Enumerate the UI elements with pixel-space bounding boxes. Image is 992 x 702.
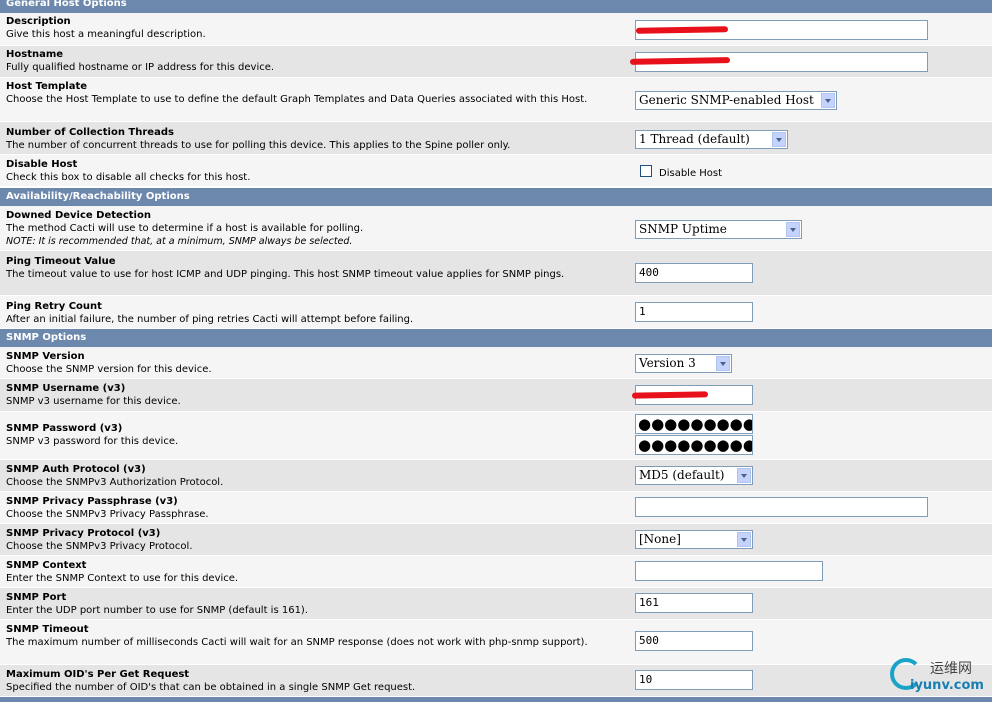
threads-select[interactable]: 1 Thread (default)	[635, 130, 788, 149]
snmp-auth-select[interactable]: MD5 (default)	[635, 466, 753, 485]
field-desc: The number of concurrent threads to use …	[6, 140, 511, 151]
field-title: SNMP Timeout	[6, 624, 89, 635]
snmp-password-input[interactable]: ●●●●●●●●●●	[635, 414, 753, 434]
field-desc: Enter the UDP port number to use for SNM…	[6, 605, 309, 616]
section-header-snmp: SNMP Options	[0, 329, 992, 347]
field-row-description: Description Give this host a meaningful …	[0, 13, 992, 46]
snmp-priv-pass-input[interactable]	[635, 497, 928, 517]
max-oids-input[interactable]: 10	[635, 670, 753, 690]
selected-value: [None]	[639, 532, 681, 546]
field-row-threads: Number of Collection Threads The number …	[0, 122, 992, 155]
chevron-down-icon[interactable]	[737, 532, 751, 547]
snmp-password-confirm-input[interactable]: ●●●●●●●●●●	[635, 435, 753, 455]
field-desc: Give this host a meaningful description.	[6, 29, 206, 40]
field-title: Hostname	[6, 49, 64, 60]
selected-value: MD5 (default)	[639, 468, 725, 482]
field-title: SNMP Privacy Passphrase (v3)	[6, 496, 178, 507]
field-row-snmp-context: SNMP Context Enter the SNMP Context to u…	[0, 556, 992, 588]
selected-value: SNMP Uptime	[639, 222, 727, 236]
field-row-snmp-priv-proto: SNMP Privacy Protocol (v3) Choose the SN…	[0, 524, 992, 556]
field-title: Number of Collection Threads	[6, 127, 174, 138]
field-title: Ping Timeout Value	[6, 256, 116, 267]
field-desc: Choose the Host Template to use to defin…	[6, 94, 588, 105]
field-title: SNMP Version	[6, 351, 85, 362]
field-title: Maximum OID's Per Get Request	[6, 669, 190, 680]
chevron-down-icon[interactable]	[716, 356, 730, 371]
selected-value: Version 3	[639, 356, 696, 370]
field-desc: The timeout value to use for host ICMP a…	[6, 269, 565, 280]
field-desc: Choose the SNMP version for this device.	[6, 364, 212, 375]
field-row-downed-detection: Downed Device Detection The method Cacti…	[0, 206, 992, 251]
section-header-availability: Availability/Reachability Options	[0, 188, 992, 206]
chevron-down-icon[interactable]	[737, 468, 751, 483]
watermark-logo: 运维网 iyunv.com	[890, 654, 990, 700]
field-title: Description	[6, 16, 71, 27]
checkbox-label[interactable]: Disable Host	[659, 168, 722, 179]
field-desc: The method Cacti will use to determine i…	[6, 223, 364, 234]
field-row-hostname: Hostname Fully qualified hostname or IP …	[0, 46, 992, 78]
field-title: Ping Retry Count	[6, 301, 102, 312]
field-row-snmp-timeout: SNMP Timeout The maximum number of milli…	[0, 620, 992, 665]
field-title: Disable Host	[6, 159, 78, 170]
chevron-down-icon[interactable]	[821, 93, 835, 108]
disable-host-checkbox[interactable]	[640, 165, 652, 177]
snmp-timeout-input[interactable]: 500	[635, 631, 753, 651]
field-row-snmp-version: SNMP Version Choose the SNMP version for…	[0, 347, 992, 379]
field-row-snmp-password: SNMP Password (v3) SNMP v3 password for …	[0, 412, 992, 460]
field-row-max-oids: Maximum OID's Per Get Request Specified …	[0, 665, 992, 697]
field-desc: Choose the SNMPv3 Privacy Passphrase.	[6, 509, 209, 520]
field-row-snmp-username: SNMP Username (v3) SNMP v3 username for …	[0, 379, 992, 412]
field-title: SNMP Context	[6, 560, 87, 571]
field-title: SNMP Privacy Protocol (v3)	[6, 528, 161, 539]
field-row-snmp-auth: SNMP Auth Protocol (v3) Choose the SNMPv…	[0, 460, 992, 492]
field-note: NOTE: It is recommended that, at a minim…	[6, 236, 353, 247]
snmp-priv-proto-select[interactable]: [None]	[635, 530, 753, 549]
watermark-en: iyunv.com	[910, 678, 984, 693]
field-desc: Fully qualified hostname or IP address f…	[6, 62, 275, 73]
ping-retry-input[interactable]: 1	[635, 302, 753, 322]
field-row-host-template: Host Template Choose the Host Template t…	[0, 78, 992, 122]
field-row-snmp-priv-pass: SNMP Privacy Passphrase (v3) Choose the …	[0, 492, 992, 524]
downed-detection-select[interactable]: SNMP Uptime	[635, 220, 802, 239]
selected-value: 1 Thread (default)	[639, 132, 750, 146]
snmp-context-input[interactable]	[635, 561, 823, 581]
section-header-next	[0, 697, 992, 702]
section-header-general: General Host Options	[0, 0, 992, 13]
field-desc: The maximum number of milliseconds Cacti…	[6, 637, 588, 648]
field-desc: Specified the number of OID's that can b…	[6, 682, 416, 693]
field-title: Downed Device Detection	[6, 210, 151, 221]
field-desc: Choose the SNMPv3 Privacy Protocol.	[6, 541, 193, 552]
field-title: SNMP Port	[6, 592, 67, 603]
field-title: SNMP Password (v3)	[6, 423, 123, 434]
field-row-snmp-port: SNMP Port Enter the UDP port number to u…	[0, 588, 992, 620]
watermark-cn: 运维网	[930, 661, 972, 677]
field-title: SNMP Auth Protocol (v3)	[6, 464, 146, 475]
field-desc: Check this box to disable all checks for…	[6, 172, 251, 183]
field-row-ping-timeout: Ping Timeout Value The timeout value to …	[0, 251, 992, 296]
snmp-version-select[interactable]: Version 3	[635, 354, 732, 373]
ping-timeout-input[interactable]: 400	[635, 263, 753, 283]
selected-value: Generic SNMP-enabled Host	[639, 93, 814, 107]
field-title: SNMP Username (v3)	[6, 383, 126, 394]
field-desc: SNMP v3 password for this device.	[6, 436, 179, 447]
field-desc: Enter the SNMP Context to use for this d…	[6, 573, 239, 584]
field-desc: After an initial failure, the number of …	[6, 314, 414, 325]
snmp-port-input[interactable]: 161	[635, 593, 753, 613]
field-desc: SNMP v3 username for this device.	[6, 396, 181, 407]
host-template-select[interactable]: Generic SNMP-enabled Host	[635, 91, 837, 110]
field-title: Host Template	[6, 81, 88, 92]
chevron-down-icon[interactable]	[772, 132, 786, 147]
chevron-down-icon[interactable]	[786, 222, 800, 237]
field-row-ping-retry: Ping Retry Count After an initial failur…	[0, 296, 992, 329]
field-desc: Choose the SNMPv3 Authorization Protocol…	[6, 477, 224, 488]
field-row-disable-host: Disable Host Check this box to disable a…	[0, 155, 992, 187]
